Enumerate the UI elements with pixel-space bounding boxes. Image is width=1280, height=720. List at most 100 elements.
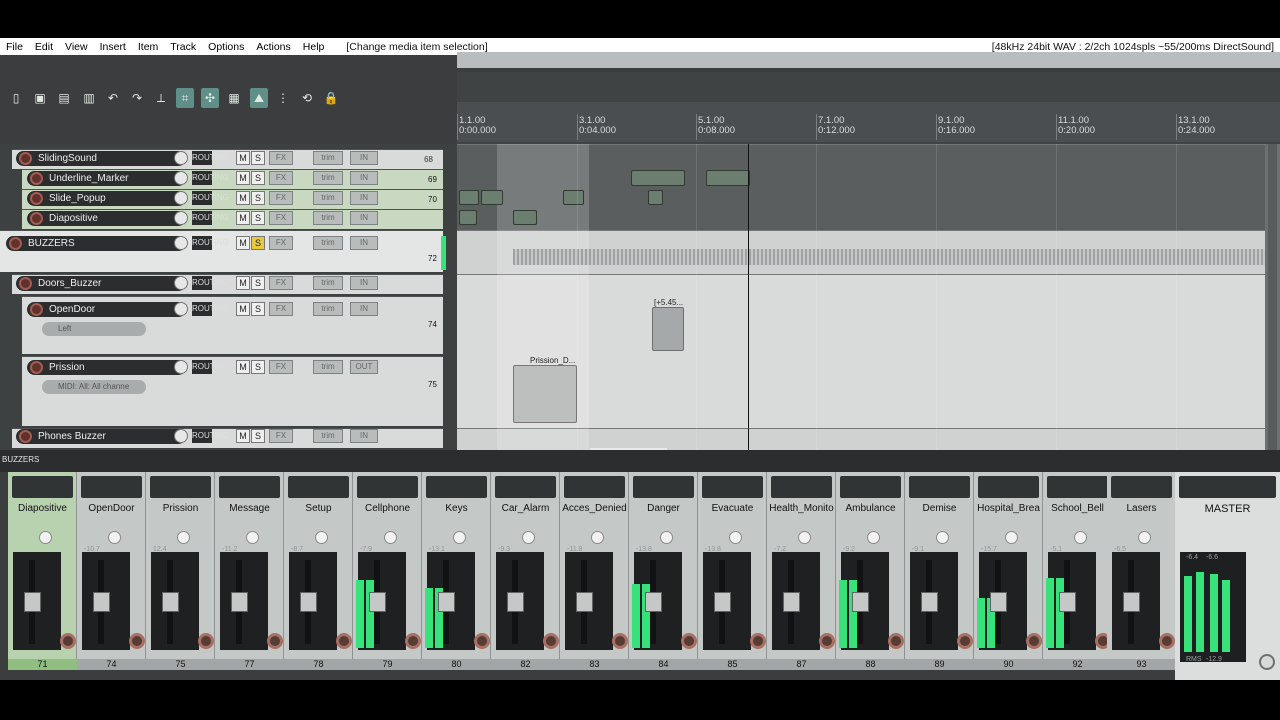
solo-button[interactable]: S [251, 302, 265, 316]
strip-routing-block[interactable] [840, 476, 901, 498]
routing-button[interactable]: ROUTING [192, 171, 229, 185]
solo-button[interactable]: S [251, 151, 265, 165]
fx-button[interactable]: FX [269, 360, 293, 374]
new-project-icon[interactable]: ▯ [7, 88, 25, 108]
menu-insert[interactable]: Insert [94, 41, 132, 53]
record-arm-icon[interactable] [474, 633, 490, 649]
snap-icon[interactable]: ⌗ [176, 88, 194, 108]
menu-view[interactable]: View [59, 41, 94, 53]
media-item[interactable] [481, 190, 503, 205]
strip-routing-block[interactable] [150, 476, 211, 498]
mixer-strip-cellphone[interactable]: Cellphone -7.9 79 [353, 472, 422, 670]
volume-fader[interactable] [369, 592, 386, 612]
record-arm-icon[interactable] [19, 430, 32, 443]
volume-fader[interactable] [783, 592, 800, 612]
record-arm-icon[interactable] [888, 633, 904, 649]
mixer-strip-ambulance[interactable]: Ambulance -9.2 88 [836, 472, 905, 670]
volume-knob[interactable] [174, 151, 188, 165]
record-arm-icon[interactable] [819, 633, 835, 649]
media-item[interactable] [563, 190, 584, 205]
record-arm-icon[interactable] [612, 633, 628, 649]
mixer-strip-diapositive[interactable]: Diapositive 71 [8, 472, 77, 670]
record-arm-icon[interactable] [60, 633, 76, 649]
record-arm-icon[interactable] [9, 237, 22, 250]
strip-routing-block[interactable] [288, 476, 349, 498]
volume-fader[interactable] [162, 592, 179, 612]
volume-knob[interactable] [174, 171, 188, 185]
mute-button[interactable]: M [236, 211, 250, 225]
media-item[interactable] [648, 190, 663, 205]
menu-options[interactable]: Options [202, 41, 250, 53]
fx-button[interactable]: FX [269, 211, 293, 225]
trim-button[interactable]: trim [313, 151, 343, 165]
input-button[interactable]: IN [350, 151, 378, 165]
input-selector[interactable]: Left [42, 322, 146, 336]
fx-button[interactable]: FX [269, 236, 293, 250]
routing-button[interactable]: ROUTING [192, 211, 229, 225]
mixer-strip-lasers[interactable]: Lasers -6.5 93 [1107, 472, 1176, 670]
ripple-edit-icon[interactable]: ✣ [201, 88, 219, 108]
media-item[interactable] [513, 210, 537, 225]
strip-routing-block[interactable] [1111, 476, 1172, 498]
lock-icon[interactable]: 🔒 [322, 88, 340, 108]
mixer-strip-demise[interactable]: Demise -9.1 89 [905, 472, 974, 670]
mixer-strip-opendoor[interactable]: OpenDoor -10.7 74 [77, 472, 146, 670]
master-strip[interactable]: MASTER -6.4 -6.6 RMS -12.9 [1175, 472, 1280, 680]
record-arm-icon[interactable] [19, 152, 32, 165]
record-arm-icon[interactable] [129, 633, 145, 649]
undo-icon[interactable]: ↶ [104, 88, 122, 108]
mute-button[interactable]: M [236, 429, 250, 443]
volume-fader[interactable] [852, 592, 869, 612]
grid-icon[interactable]: ⋮ [274, 88, 292, 108]
mixer-strip-prission[interactable]: Prission 12.4 75 [146, 472, 215, 670]
pan-knob[interactable] [729, 531, 742, 544]
volume-knob[interactable] [174, 360, 188, 374]
record-arm-icon[interactable] [30, 192, 43, 205]
volume-fader[interactable] [93, 592, 110, 612]
fx-button[interactable]: FX [269, 191, 293, 205]
strip-routing-block[interactable] [978, 476, 1039, 498]
trim-button[interactable]: trim [313, 236, 343, 250]
volume-fader[interactable] [645, 592, 662, 612]
track-name[interactable]: SlidingSound [16, 151, 186, 166]
track-name[interactable]: Underline_Marker [27, 171, 186, 186]
strip-routing-block[interactable] [1047, 476, 1108, 498]
strip-routing-block[interactable] [564, 476, 625, 498]
routing-button[interactable]: ROUTING [192, 236, 229, 250]
mute-button[interactable]: M [236, 276, 250, 290]
solo-button[interactable]: S [251, 360, 265, 374]
metronome-icon[interactable]: ⟂ [152, 88, 170, 108]
strip-routing-block[interactable] [909, 476, 970, 498]
mute-button[interactable]: M [236, 171, 250, 185]
record-arm-icon[interactable] [19, 277, 32, 290]
trim-button[interactable]: trim [313, 429, 343, 443]
track-name[interactable]: OpenDoor [27, 302, 186, 317]
pan-knob[interactable] [867, 531, 880, 544]
trim-button[interactable]: trim [313, 191, 343, 205]
input-button[interactable]: IN [350, 211, 378, 225]
trim-button[interactable]: trim [313, 171, 343, 185]
mute-button[interactable]: M [236, 302, 250, 316]
media-item[interactable] [706, 170, 750, 186]
media-item[interactable] [459, 210, 477, 225]
volume-fader[interactable] [507, 592, 524, 612]
mixer-strip-danger[interactable]: Danger -13.8 84 [629, 472, 698, 670]
routing-button[interactable]: ROUTING [192, 429, 229, 443]
pan-knob[interactable] [522, 531, 535, 544]
volume-fader[interactable] [24, 592, 41, 612]
solo-button[interactable]: S [251, 276, 265, 290]
record-arm-icon[interactable] [30, 361, 43, 374]
pan-knob[interactable] [1074, 531, 1087, 544]
master-routing-block[interactable] [1179, 476, 1276, 498]
record-arm-icon[interactable] [198, 633, 214, 649]
volume-fader[interactable] [714, 592, 731, 612]
pan-knob[interactable] [315, 531, 328, 544]
strip-routing-block[interactable] [702, 476, 763, 498]
track-name[interactable]: Diapositive [27, 211, 186, 226]
mixer-strip-hospital-break[interactable]: Hospital_Brea -15.7 90 [974, 472, 1043, 670]
mute-button[interactable]: M [236, 191, 250, 205]
volume-knob[interactable] [174, 302, 188, 316]
record-arm-icon[interactable] [336, 633, 352, 649]
fx-button[interactable]: FX [269, 151, 293, 165]
record-arm-icon[interactable] [30, 303, 43, 316]
